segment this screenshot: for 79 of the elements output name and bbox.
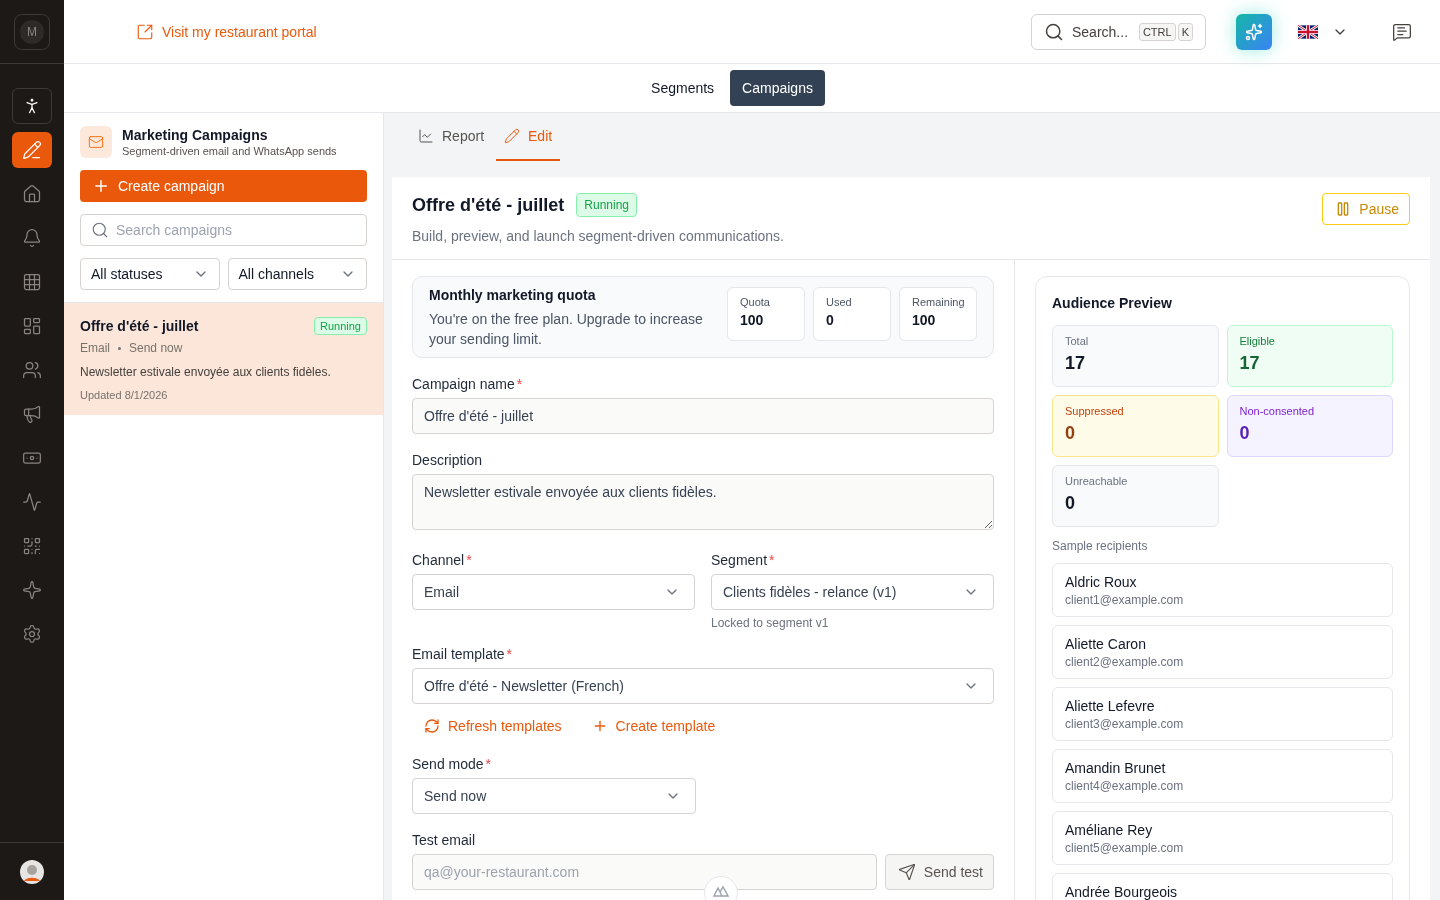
field-label: Test email [412,832,476,848]
required-mark: * [769,552,775,568]
recipient-email: client3@example.com [1065,717,1185,731]
campaign-heading: Offre d'été - juillet [412,194,565,216]
field-label: Send mode [412,756,484,772]
stat-label: Used [826,296,853,308]
field-label: Email template [412,646,505,662]
detail-tab[interactable]: Report [410,113,493,161]
audience-title: Audience Preview [1052,295,1173,311]
field-label: Description [412,452,483,468]
stat-label: Unreachable [1065,475,1129,487]
field-label: Campaign name [412,376,515,392]
section-tab[interactable]: Campaigns [730,70,825,106]
campaign-title: Offre d'été - juillet [80,318,199,334]
template-select[interactable]: Offre d'été - Newsletter (French) [412,668,994,704]
stat-value: 17 [1239,353,1261,374]
shortcut-key: CTRL [1138,22,1176,41]
campaign-name-field[interactable]: Offre d'été - juillet [412,398,994,434]
stat-value: 100 [912,312,937,328]
send-test-button[interactable]: Send test [884,854,994,890]
filter-select[interactable]: All statuses [80,258,220,290]
stat-value: 0 [1239,423,1251,444]
create-template-button[interactable]: Create template [591,718,716,734]
create-campaign-button[interactable]: Create campaign [80,170,367,202]
field-label: Segment [711,552,768,568]
logo-letter: M [20,19,44,44]
recipient-email: client4@example.com [1065,779,1185,793]
stat-label: Non-consented [1239,405,1316,417]
recipient-email: client2@example.com [1065,655,1185,669]
recipient-name: Améliane Rey [1065,822,1154,838]
channel-select[interactable]: Email [412,574,695,610]
send-mode-select[interactable]: Send now [412,778,696,814]
segment-select[interactable]: Clients fidèles - relance (v1) [711,574,994,610]
stat-label: Remaining [912,296,964,308]
stat-label: Suppressed [1065,405,1125,417]
field-label: Channel [412,552,465,568]
required-mark: * [506,646,513,662]
logo[interactable]: M [14,13,50,50]
stat-value: 0 [1065,493,1076,514]
required-mark: * [466,552,472,568]
quota-text: You're on the free plan. Upgrade to increase your sending limit. [429,310,704,349]
search-field[interactable]: Search campaigns [80,214,367,246]
description-field[interactable]: Newsletter estivale envoyée aux clients fidèles. [412,474,994,530]
refresh-templates-button[interactable]: Refresh templates [424,718,562,734]
campaign-channel: Email [80,341,110,355]
recipient-email: client5@example.com [1065,841,1185,855]
panel-title: Marketing Campaigns [122,127,269,143]
stat-value: 17 [1065,353,1087,374]
recipient-name: Amandin Brunet [1065,760,1167,776]
filter-select[interactable]: All channels [227,258,367,290]
campaign-mode: Send now [129,341,183,355]
stat-value: 0 [1065,423,1076,444]
search-button[interactable]: Search... CTRL K [1031,13,1206,50]
required-mark: * [516,376,523,392]
recipient-email: client1@example.com [1065,593,1185,607]
test-email-field[interactable]: qa@your-restaurant.com [412,854,877,890]
segment-hint: Locked to segment v1 [711,616,830,630]
campaign-updated: Updated 8/1/2026 [80,389,169,401]
status-badge: Running [314,317,367,335]
stat-value: 100 [740,312,765,328]
page-subtitle: Build, preview, and launch segment-driven communications. [412,228,784,244]
stat-label: Quota [740,296,771,308]
recipient-name: Aldric Roux [1065,574,1138,590]
status-badge: Running [576,193,637,217]
section-tab[interactable]: Segments [639,70,727,106]
shortcut-key: K [1177,22,1193,41]
panel-subtitle: Segment-driven email and WhatsApp sends [122,145,337,157]
quota-title: Monthly marketing quota [429,287,597,303]
required-mark: * [485,756,492,772]
campaign-item[interactable]: Offre d'été - juillet Running Email Send now Newsletter estivale envoyée aux clients fidèles. Updated 8/1/2026 [64,302,383,415]
campaign-description: Newsletter estivale envoyée aux clients fidèles. [80,365,332,379]
recipient-name: Aliette Lefevre [1065,698,1156,714]
stat-label: Total [1065,335,1090,347]
sample-label: Sample recipients [1052,539,1149,553]
recipient-name: Andrée Bourgeois [1065,884,1179,900]
stat-label: Eligible [1239,335,1276,347]
stat-value: 0 [826,312,835,328]
portal-link[interactable]: Visit my restaurant portal [136,22,317,41]
recipient-name: Aliette Caron [1065,636,1147,652]
